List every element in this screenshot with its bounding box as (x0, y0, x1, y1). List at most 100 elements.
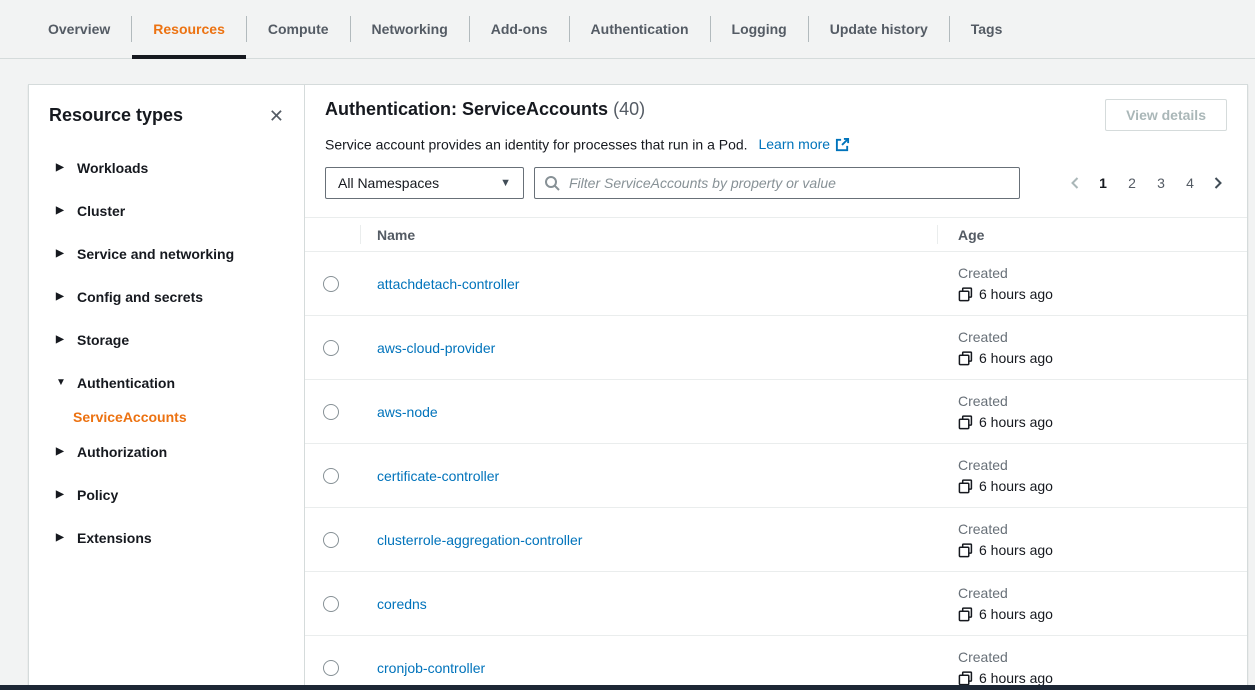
sidebar-item-label: Service and networking (77, 246, 234, 262)
chevron-right-icon[interactable] (1209, 175, 1227, 191)
serviceaccount-link[interactable]: aws-cloud-provider (377, 340, 495, 356)
table-row: aws-node Created 6 hours ago (305, 380, 1247, 444)
serviceaccount-link[interactable]: cronjob-controller (377, 660, 485, 676)
table-row: cronjob-controller Created 6 hours ago (305, 636, 1247, 686)
triangle-right-icon: ▶ (56, 446, 66, 457)
copy-icon[interactable] (958, 607, 973, 622)
row-radio-button[interactable] (323, 404, 339, 420)
table-row: attachdetach-controller Created 6 hours … (305, 252, 1247, 316)
copy-icon[interactable] (958, 351, 973, 366)
view-details-button[interactable]: View details (1105, 99, 1227, 131)
age-value: 6 hours ago (979, 478, 1053, 494)
created-label: Created (958, 521, 1247, 537)
column-divider (937, 225, 938, 244)
copy-icon[interactable] (958, 415, 973, 430)
table-row: certificate-controller Created 6 hours a… (305, 444, 1247, 508)
column-divider (360, 225, 361, 244)
sidebar-title: Resource types (49, 105, 183, 126)
triangle-right-icon: ▶ (56, 248, 66, 259)
window-bottom-edge (0, 685, 1255, 690)
resource-types-sidebar: Resource types ✕ ▶ Workloads ▶ Cluster ▶… (29, 85, 305, 685)
sidebar-item-config-and-secrets[interactable]: ▶ Config and secrets (29, 275, 304, 318)
search-box (534, 167, 1020, 199)
page-button-4[interactable]: 4 (1180, 171, 1200, 195)
tab-tags[interactable]: Tags (950, 0, 1024, 58)
created-label: Created (958, 585, 1247, 601)
copy-icon[interactable] (958, 543, 973, 558)
column-header-age: Age (937, 227, 1247, 243)
page-button-1[interactable]: 1 (1093, 171, 1113, 195)
sidebar-item-label: Policy (77, 487, 118, 503)
triangle-right-icon: ▶ (56, 334, 66, 345)
row-radio-button[interactable] (323, 468, 339, 484)
created-label: Created (958, 457, 1247, 473)
tab-authentication[interactable]: Authentication (570, 0, 710, 58)
close-icon[interactable]: ✕ (267, 107, 286, 125)
sidebar-item-label: Extensions (77, 530, 152, 546)
tab-resources[interactable]: Resources (132, 0, 246, 58)
cluster-tab-bar: Overview Resources Compute Networking Ad… (0, 0, 1255, 59)
age-value: 6 hours ago (979, 606, 1053, 622)
sidebar-item-authorization[interactable]: ▶ Authorization (29, 430, 304, 473)
chevron-down-icon: ▼ (500, 177, 511, 189)
chevron-left-icon[interactable] (1066, 175, 1084, 191)
sidebar-item-label: Authentication (77, 375, 175, 391)
tab-update-history[interactable]: Update history (809, 0, 949, 58)
serviceaccount-link[interactable]: certificate-controller (377, 468, 499, 484)
copy-icon[interactable] (958, 479, 973, 494)
page-button-2[interactable]: 2 (1122, 171, 1142, 195)
namespace-select[interactable]: All Namespaces ▼ (325, 167, 524, 199)
triangle-right-icon: ▶ (56, 489, 66, 500)
resource-count: (40) (613, 99, 645, 119)
tab-add-ons[interactable]: Add-ons (470, 0, 569, 58)
sidebar-item-label: Config and secrets (77, 289, 203, 305)
row-radio-button[interactable] (323, 276, 339, 292)
sidebar-item-extensions[interactable]: ▶ Extensions (29, 516, 304, 559)
tab-compute[interactable]: Compute (247, 0, 350, 58)
sidebar-item-label: ServiceAccounts (73, 409, 187, 425)
sidebar-item-authentication[interactable]: ▼ Authentication (29, 361, 304, 404)
serviceaccount-link[interactable]: clusterrole-aggregation-controller (377, 532, 582, 548)
panel-description: Service account provides an identity for… (325, 136, 748, 152)
table-row: aws-cloud-provider Created 6 hours ago (305, 316, 1247, 380)
tab-overview[interactable]: Overview (27, 0, 131, 58)
serviceaccount-link[interactable]: attachdetach-controller (377, 276, 519, 292)
triangle-right-icon: ▶ (56, 291, 66, 302)
copy-icon[interactable] (958, 671, 973, 686)
sidebar-item-storage[interactable]: ▶ Storage (29, 318, 304, 361)
sidebar-item-label: Cluster (77, 203, 125, 219)
row-radio-button[interactable] (323, 660, 339, 676)
age-value: 6 hours ago (979, 542, 1053, 558)
sidebar-item-service-and-networking[interactable]: ▶ Service and networking (29, 232, 304, 275)
page-title-text: Authentication: ServiceAccounts (325, 99, 608, 119)
created-label: Created (958, 265, 1247, 281)
row-radio-button[interactable] (323, 340, 339, 356)
age-value: 6 hours ago (979, 350, 1053, 366)
triangle-down-icon: ▼ (56, 377, 66, 388)
row-radio-button[interactable] (323, 596, 339, 612)
search-input[interactable] (567, 174, 1010, 192)
triangle-right-icon: ▶ (56, 205, 66, 216)
copy-icon[interactable] (958, 287, 973, 302)
sidebar-item-serviceaccounts[interactable]: ServiceAccounts (29, 404, 304, 430)
page-button-3[interactable]: 3 (1151, 171, 1171, 195)
triangle-right-icon: ▶ (56, 162, 66, 173)
learn-more-link[interactable]: Learn more (758, 136, 850, 152)
namespace-select-value: All Namespaces (338, 175, 439, 191)
serviceaccount-link[interactable]: aws-node (377, 404, 438, 420)
sidebar-item-label: Authorization (77, 444, 167, 460)
learn-more-label: Learn more (758, 136, 830, 152)
created-label: Created (958, 649, 1247, 665)
tab-logging[interactable]: Logging (711, 0, 808, 58)
triangle-right-icon: ▶ (56, 532, 66, 543)
sidebar-item-workloads[interactable]: ▶ Workloads (29, 146, 304, 189)
pagination: 1 2 3 4 (1066, 171, 1227, 195)
row-radio-button[interactable] (323, 532, 339, 548)
sidebar-item-cluster[interactable]: ▶ Cluster (29, 189, 304, 232)
serviceaccount-link[interactable]: coredns (377, 596, 427, 612)
sidebar-item-policy[interactable]: ▶ Policy (29, 473, 304, 516)
sidebar-item-label: Storage (77, 332, 129, 348)
created-label: Created (958, 329, 1247, 345)
search-icon (544, 175, 560, 191)
tab-networking[interactable]: Networking (351, 0, 469, 58)
